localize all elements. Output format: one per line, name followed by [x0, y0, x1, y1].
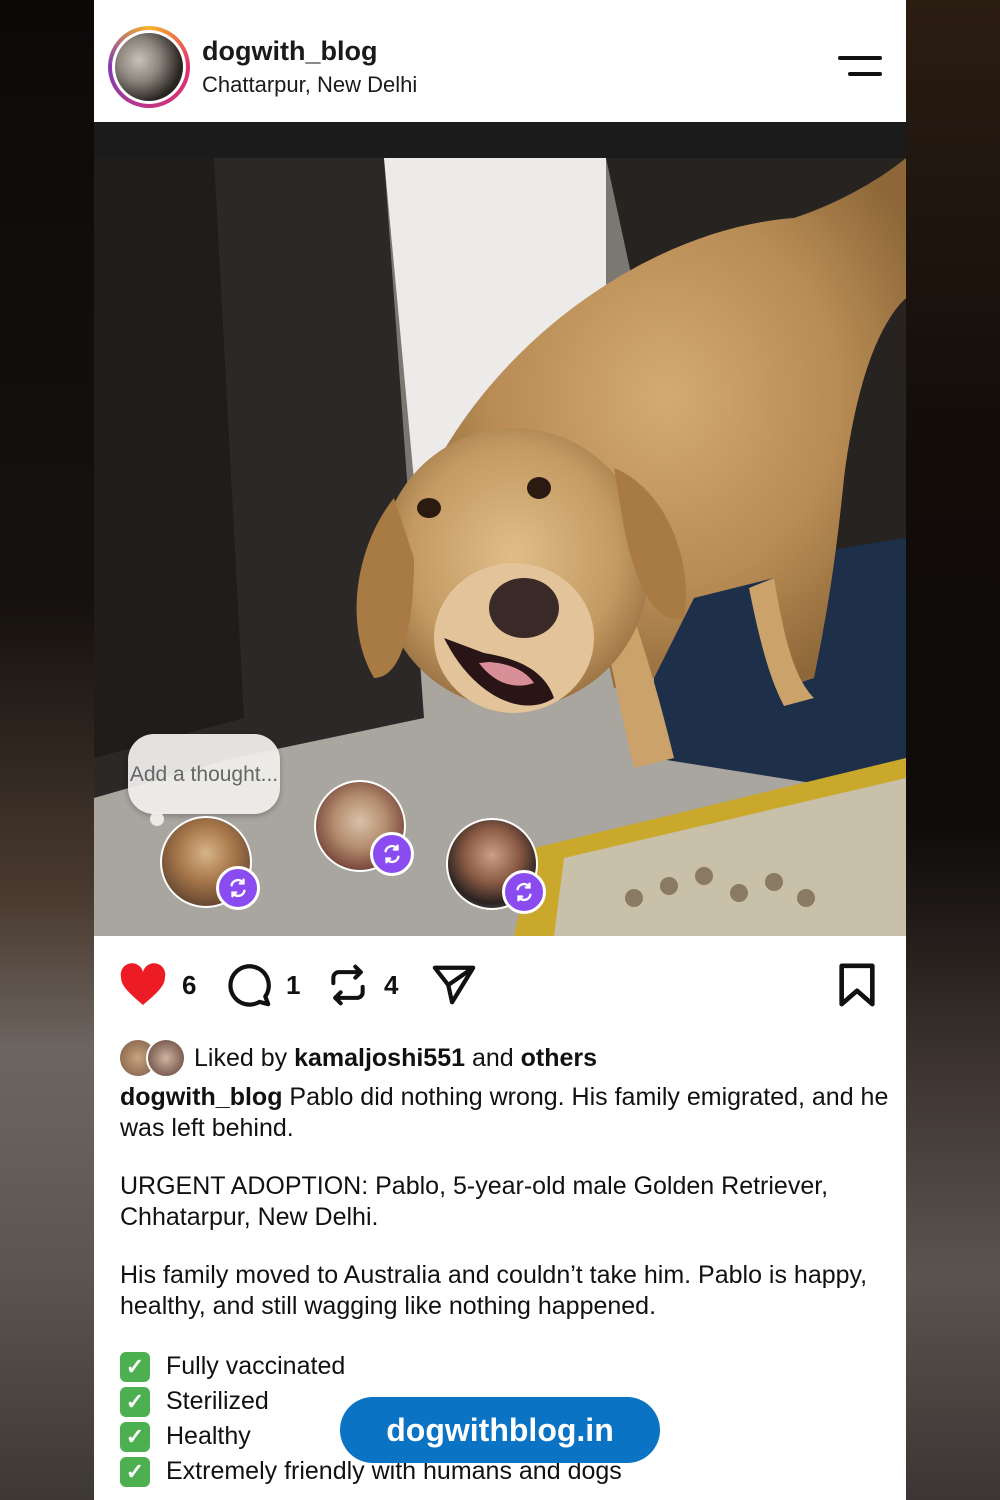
repost-badge-icon: [216, 866, 260, 910]
caption-paragraph-2: URGENT ADOPTION: Pablo, 5-year-old male …: [120, 1172, 829, 1231]
like-button[interactable]: 6: [118, 962, 196, 1008]
repost-badge-icon: [502, 870, 546, 914]
repost-icon: [331, 964, 365, 1006]
like-count: 6: [182, 969, 197, 1000]
checklist-text: Healthy: [166, 1422, 251, 1450]
repost-badge-icon: [370, 832, 414, 876]
post-location[interactable]: Chattarpur, New Delhi: [202, 72, 417, 98]
likes-summary[interactable]: Liked by kamaljoshi551 and others: [118, 1038, 597, 1078]
heart-icon: [120, 963, 166, 1005]
post-actions-bar: 6 1 4: [94, 936, 906, 1036]
checklist-text: Fully vaccinated: [166, 1352, 346, 1380]
site-watermark: dogwithblog.in: [340, 1397, 660, 1463]
check-mark-icon: ✓: [120, 1351, 150, 1382]
comment-icon: [228, 964, 271, 1007]
likes-prefix: Liked by: [194, 1043, 295, 1072]
post-header: dogwith_blog Chattarpur, New Delhi: [94, 0, 906, 122]
background-blur-right: [906, 0, 1000, 1500]
caption-author[interactable]: dogwith_blog: [120, 1083, 282, 1111]
likes-text: Liked by kamaljoshi551 and others: [194, 1044, 597, 1073]
checklist-text: Sterilized: [166, 1387, 269, 1415]
liker-username[interactable]: kamaljoshi551: [294, 1044, 465, 1072]
menu-icon[interactable]: [838, 54, 882, 80]
likes-and: and: [465, 1043, 521, 1072]
post-username[interactable]: dogwith_blog: [202, 36, 377, 67]
post-card: dogwith_blog Chattarpur, New Delhi Add a…: [94, 0, 906, 1500]
comment-count: 1: [286, 969, 301, 1000]
add-thought-bubble[interactable]: Add a thought...: [128, 734, 280, 814]
share-button[interactable]: [430, 962, 478, 1008]
check-mark-icon: ✓: [120, 1386, 150, 1417]
bookmark-icon: [839, 963, 875, 1007]
send-icon: [432, 965, 476, 1005]
thought-bubble-tail: [150, 812, 164, 826]
repost-button[interactable]: 4: [326, 962, 398, 1008]
profile-avatar[interactable]: [108, 26, 190, 108]
save-button[interactable]: [836, 962, 878, 1008]
check-mark-icon: ✓: [120, 1421, 150, 1452]
likes-others[interactable]: others: [521, 1044, 597, 1072]
background-blur-left: [0, 0, 94, 1500]
post-photo[interactable]: Add a thought...: [94, 158, 906, 936]
repost-count: 4: [384, 969, 399, 1000]
caption-paragraph-3: His family moved to Australia and couldn…: [120, 1261, 868, 1320]
check-mark-icon: ✓: [120, 1456, 150, 1487]
liker-avatar: [146, 1038, 186, 1078]
comment-button[interactable]: 1: [226, 962, 300, 1008]
list-item: ✓ Fully vaccinated: [120, 1349, 890, 1384]
photo-top-bar: [94, 122, 906, 158]
